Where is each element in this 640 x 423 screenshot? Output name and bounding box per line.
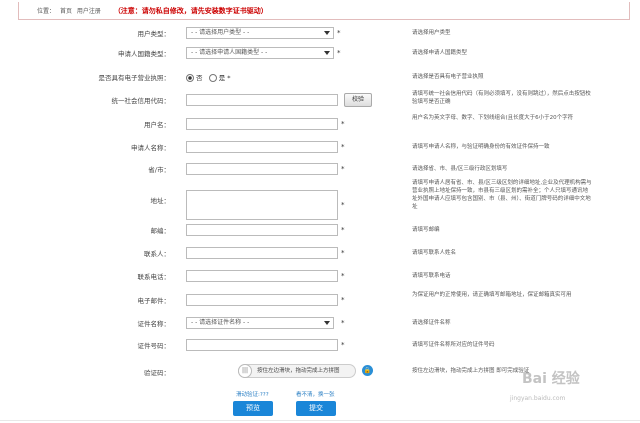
postcode-hint: 请填写邮编 [412, 227, 440, 233]
slide-verify-status: 滑动验证:??? [236, 392, 269, 398]
breadcrumb-location-label: 位置： [37, 8, 56, 15]
radio-no-label: 否 [196, 74, 203, 82]
address-label: 地址： [150, 197, 171, 205]
applicant-type-select[interactable]: - - 请选择申请人国籍类型 - - [186, 47, 334, 59]
user-type-select[interactable]: - - 请选择用户类型 - - [186, 27, 334, 39]
required-mark: * [341, 341, 345, 349]
slider-instruction: 按住左边滑块，拖动完成上方拼图 [257, 368, 340, 374]
business-license-hint: 请选择是否具有电子营业执照 [412, 74, 484, 80]
credit-code-input[interactable] [186, 94, 338, 106]
cert-number-input[interactable] [186, 339, 338, 351]
contact-label: 联系人： [144, 250, 170, 258]
radio-yes-label: 是 [218, 74, 226, 82]
breadcrumb-current: 用户注册 [76, 8, 101, 15]
credit-code-label: 统一社会信用代码： [111, 97, 171, 105]
required-mark: * [341, 272, 345, 280]
captcha-label: 验证码： [144, 369, 170, 377]
watermark-url: jingyan.baidu.com [510, 395, 566, 402]
chevron-down-icon [324, 321, 330, 325]
postcode-input[interactable] [186, 224, 338, 236]
username-input[interactable] [186, 118, 338, 130]
row-business-license: 是否具有电子营业执照： 否 是 * 请选择是否具有电子营业执照 [0, 70, 640, 86]
province-city-hint: 请选择省、市、县/区三级行政区划填写 [412, 166, 508, 172]
divider [0, 420, 640, 421]
phone-label: 联系电话： [137, 273, 171, 281]
row-credit-code: 统一社会信用代码： 校验 请填写统一社会信用代码（有则必须填写，没有则跳过），然… [0, 91, 640, 109]
user-type-label: 用户类型： [137, 30, 171, 38]
row-applicant-name: 申请人名称： * 请填写申请人名称，与验证明确身份的有效证件保持一致 [0, 140, 640, 156]
business-license-label: 是否具有电子营业执照： [98, 74, 171, 82]
required-mark: * [341, 165, 345, 173]
row-email: 电子邮件： * 为保证用户的正常使用，请正确填写邮箱地址，保证邮箱真实可用 [0, 292, 640, 309]
user-type-value: - - 请选择用户类型 - - [191, 29, 250, 36]
credit-code-hint: 请填写统一社会信用代码（有则必须填写，没有则跳过），然后点击按钮校验填写是否正确 [412, 91, 591, 105]
applicant-type-value: - - 请选择申请人国籍类型 - - [191, 49, 268, 56]
phone-input[interactable] [186, 270, 338, 282]
postcode-label: 邮编： [150, 227, 171, 235]
required-mark: * [337, 49, 341, 57]
required-mark: * [341, 249, 345, 257]
cert-name-value: - - 请选择证件名称 - - [191, 319, 250, 326]
radio-no[interactable] [186, 74, 194, 82]
breadcrumb: 位置： 首页 用户注册 （注意：请勿私自修改，请先安装数字证书驱动） [18, 2, 630, 20]
row-user-type: 用户类型： - - 请选择用户类型 - - * 请选择用户类型 [0, 26, 640, 42]
applicant-name-input[interactable] [186, 141, 338, 153]
refresh-captcha-link[interactable]: 看不清，换一张 [296, 390, 335, 398]
preview-button[interactable]: 预览 [233, 401, 273, 416]
row-address: 地址： * 请填写申请人居有省、市、县/区三级区划的详细地址,企业及代理机构需与… [0, 180, 640, 223]
required-mark: * [341, 201, 345, 209]
required-mark: * [341, 319, 345, 327]
username-hint: 用户名为英文字母、数字、下划线组合(且长度大于6小于20个字符 [412, 115, 574, 121]
applicant-name-label: 申请人名称： [131, 144, 170, 152]
submit-button[interactable]: 提交 [296, 401, 336, 416]
chevron-down-icon [324, 51, 330, 55]
chevron-down-icon [324, 31, 330, 35]
email-label: 电子邮件： [137, 297, 171, 305]
required-mark: * [341, 296, 345, 304]
row-cert-name: 证件名称： - - 请选择证件名称 - - * 请选择证件名称 [0, 316, 640, 332]
cert-name-label: 证件名称： [137, 320, 171, 328]
row-province-city: 省/市： * 请选择省、市、县/区三级行政区划填写 [0, 162, 640, 178]
lock-icon: 🔒 [362, 365, 373, 376]
required-mark: * [341, 143, 345, 151]
province-city-label: 省/市： [148, 166, 170, 174]
business-license-radio-group: 否 是 * [186, 72, 231, 82]
verify-button[interactable]: 校验 [344, 93, 372, 107]
required-mark: * [227, 74, 231, 82]
row-phone: 联系电话： * 请填写联系电话 [0, 269, 640, 285]
user-type-hint: 请选择用户类型 [412, 30, 451, 36]
row-username: 用户名： * 用户名为英文字母、数字、下划线组合(且长度大于6小于20个字符 [0, 115, 640, 133]
captcha-slider[interactable]: ||| 按住左边滑块，拖动完成上方拼图 [238, 364, 356, 378]
address-hint: 请填写申请人居有省、市、县/区三级区划的详细地址,企业及代理机构需与营业执照上地… [412, 180, 592, 210]
contact-input[interactable] [186, 247, 338, 259]
email-input[interactable] [186, 294, 338, 306]
cert-number-label: 证件号码： [137, 342, 171, 350]
driver-notice: （注意：请勿私自修改，请先安装数字证书驱动） [113, 7, 268, 15]
applicant-type-label: 申请人国籍类型： [118, 50, 170, 58]
phone-hint: 请填写联系电话 [412, 273, 451, 279]
row-applicant-type: 申请人国籍类型： - - 请选择申请人国籍类型 - - * 请选择申请人国籍类型 [0, 46, 640, 62]
watermark-logo: Bai 经验 [522, 371, 580, 387]
address-textarea[interactable] [186, 190, 338, 220]
row-cert-number: 证件号码： * 请填写证件名称所对应的证件号码 [0, 338, 640, 354]
cert-number-hint: 请填写证件名称所对应的证件号码 [412, 342, 495, 348]
province-city-input[interactable] [186, 163, 338, 175]
email-hint: 为保证用户的正常使用，请正确填写邮箱地址，保证邮箱真实可用 [412, 292, 572, 298]
username-label: 用户名： [144, 121, 170, 129]
required-mark: * [341, 226, 345, 234]
row-contact: 联系人： * 请填写联系人姓名 [0, 246, 640, 262]
radio-yes[interactable] [208, 74, 217, 82]
captcha-hint-text: 按住左边滑块，拖动完成上方拼图 [412, 368, 495, 374]
cert-name-select[interactable]: - - 请选择证件名称 - - [186, 317, 334, 329]
required-mark: * [337, 29, 341, 37]
applicant-type-hint: 请选择申请人国籍类型 [412, 50, 468, 56]
required-mark: * [341, 120, 345, 128]
applicant-name-hint: 请填写申请人名称，与验证明确身份的有效证件保持一致 [412, 144, 550, 150]
slider-handle[interactable]: ||| [238, 364, 252, 378]
cert-name-hint: 请选择证件名称 [412, 320, 451, 326]
contact-hint: 请填写联系人姓名 [412, 250, 457, 256]
breadcrumb-home-link[interactable]: 首页 [60, 8, 72, 15]
row-postcode: 邮编： * 请填写邮编 [0, 223, 640, 239]
